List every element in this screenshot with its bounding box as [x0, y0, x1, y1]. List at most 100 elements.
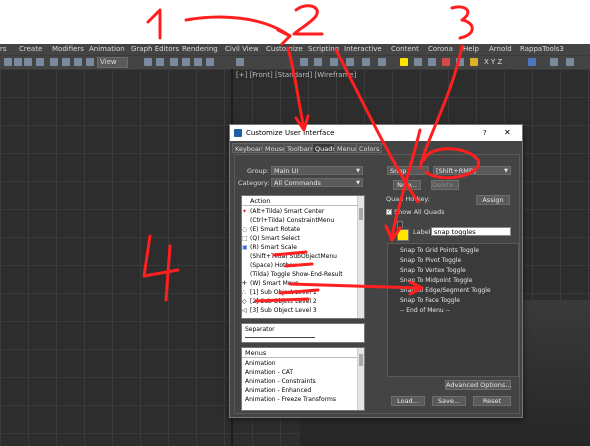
list-item[interactable]: (Space) Hotbox [250, 261, 296, 270]
percent-snap-icon[interactable] [194, 58, 202, 66]
list-item[interactable]: (Ctrl+Tilda) ConstraintMenu [250, 216, 334, 225]
group-dropdown[interactable]: Main UI ▼ [271, 166, 363, 175]
list-item[interactable]: ◇ [2] Sub Object Level 2 [242, 297, 317, 306]
angle-snap-icon[interactable] [182, 58, 190, 66]
tab-colors[interactable]: Colors [356, 143, 383, 153]
snap-2d-icon[interactable] [170, 58, 178, 66]
menus-list[interactable]: Menus Animation Animation - CAT Animatio… [241, 347, 365, 411]
redo-icon[interactable] [14, 58, 22, 66]
menu-item-modifiers[interactable]: Modifiers [52, 45, 84, 53]
link-icon[interactable] [24, 58, 32, 66]
menus-column-header[interactable]: Menus [242, 348, 364, 358]
save-button[interactable]: Save... [432, 396, 466, 406]
tree-item[interactable]: -- End of Menu -- [400, 307, 450, 314]
viewport-label[interactable]: [+] [Front] [Standard] [Wireframe] [236, 71, 356, 79]
menu-item-interactive[interactable]: Interactive [344, 45, 382, 53]
transform-icon[interactable] [156, 58, 164, 66]
menu-item-help[interactable]: Help [463, 45, 479, 53]
quad-set-dropdown[interactable]: Snap [387, 166, 429, 175]
mirror-icon[interactable] [314, 58, 322, 66]
quad-items-tree[interactable]: Snap To Grid Points Toggle Snap To Pivot… [387, 243, 519, 377]
action-list-scrollbar[interactable] [357, 196, 364, 318]
quad-color-swatch[interactable] [397, 229, 409, 241]
list-item[interactable]: ◌ (E) Smart Rotate [242, 225, 300, 234]
render-frame-icon[interactable] [428, 58, 436, 66]
reset-button[interactable]: Reset [473, 396, 511, 406]
menu-item-create[interactable]: Create [19, 45, 42, 53]
list-item[interactable]: ∴ [1] Sub Object Level 1 [242, 288, 317, 297]
menus-list-scrollbar[interactable] [357, 348, 364, 410]
list-item[interactable]: Animation - Constraints [245, 377, 316, 386]
scrollbar-thumb[interactable] [359, 354, 363, 366]
close-button[interactable]: ✕ [504, 128, 511, 137]
menu-item-scripting[interactable]: Scripting [308, 45, 339, 53]
align-icon[interactable] [300, 58, 308, 66]
unlink-icon[interactable] [36, 58, 44, 66]
menu-item-graph-editors[interactable]: Graph Editors [131, 45, 179, 53]
list-item[interactable]: Animation [245, 359, 276, 368]
list-item[interactable]: Animation - Freeze Transforms [245, 395, 336, 404]
scrollbar-thumb[interactable] [359, 208, 363, 220]
undo-icon[interactable] [4, 58, 12, 66]
list-item[interactable]: Animation - CAT [245, 368, 293, 377]
tree-item[interactable]: Snap To Midpoint Toggle [400, 277, 472, 284]
menu-item-animation[interactable]: Animation [89, 45, 125, 53]
select-icon[interactable] [50, 58, 58, 66]
pivot-icon[interactable] [144, 58, 152, 66]
scale-icon[interactable] [74, 58, 82, 66]
quad-label-input[interactable]: snap toggles [431, 227, 511, 236]
layer-explorer-icon[interactable] [346, 58, 354, 66]
list-item[interactable]: (Shift+Tilda) SubObjectMenu [250, 252, 337, 261]
extra-tool-2-icon[interactable] [566, 58, 574, 66]
list-item[interactable]: Animation - Enhanced [245, 386, 311, 395]
advanced-options-button[interactable]: Advanced Options... [445, 380, 511, 390]
quad-corner-selector[interactable] [397, 221, 403, 228]
quad-shortcut-dropdown[interactable]: [Shift+RMB] ▼ [433, 166, 511, 175]
load-button[interactable]: Load... [391, 396, 425, 406]
spinner-snap-icon[interactable] [206, 58, 214, 66]
list-item[interactable]: ⬚ (Q) Smart Select [242, 234, 300, 243]
list-item[interactable]: ◁ [3] Sub Object Level 3 [242, 306, 317, 315]
rotate-icon[interactable] [62, 58, 70, 66]
menu-item-rendering[interactable]: Rendering [182, 45, 218, 53]
list-item[interactable]: ✦ (Alt+Tilda) Smart Center [242, 207, 324, 216]
menu-item-corona[interactable]: Corona [428, 45, 453, 53]
move-icon[interactable] [86, 58, 94, 66]
extra-tool-icon[interactable] [550, 58, 558, 66]
tree-item[interactable]: Snap To Vertex Toggle [400, 267, 466, 274]
show-all-quads-checkbox[interactable]: ✓ [386, 209, 392, 215]
new-button[interactable]: New... [393, 180, 421, 190]
corona-icon[interactable] [456, 58, 464, 66]
help-button[interactable]: ? [483, 129, 487, 137]
menu-item-customize[interactable]: Customize [266, 45, 303, 53]
menu-item-content[interactable]: Content [391, 45, 419, 53]
category-dropdown[interactable]: All Commands ▼ [271, 178, 363, 187]
menu-item-rappatools3[interactable]: RappaTools3 [520, 45, 564, 53]
scene-explorer-icon[interactable] [330, 58, 338, 66]
render-icon[interactable] [442, 58, 450, 66]
menu-item-civil-view[interactable]: Civil View [225, 45, 259, 53]
tree-item[interactable]: Snap To Pivot Toggle [400, 257, 461, 264]
schematic-icon[interactable] [378, 58, 386, 66]
axis-constraints[interactable]: X Y Z [484, 58, 502, 66]
reference-coordinate-dropdown[interactable]: View [97, 57, 128, 68]
menu-item-arnold[interactable]: Arnold [489, 45, 512, 53]
dialog-titlebar[interactable]: Customize User Interface ? ✕ [230, 125, 522, 141]
material-editor-icon[interactable] [400, 58, 408, 66]
action-column-header[interactable]: Action [242, 196, 364, 206]
menu-item-truncated[interactable]: rs [0, 45, 7, 53]
graph-editor-icon[interactable] [362, 58, 370, 66]
xy-constraint-icon[interactable] [528, 58, 536, 66]
list-item[interactable]: ✛ (W) Smart Move [242, 279, 299, 288]
list-item[interactable]: (Tilda) Toggle Show-End-Result [250, 270, 343, 279]
render-setup-icon[interactable] [414, 58, 422, 66]
tree-item[interactable]: Snap To Edge/Segment Toggle [400, 287, 491, 294]
separator-item[interactable]: Separator [245, 325, 275, 334]
tree-item[interactable]: Snap To Grid Points Toggle [400, 247, 479, 254]
layer-icon[interactable] [236, 58, 244, 66]
delete-button[interactable]: Delete... [431, 180, 460, 190]
separator-list[interactable]: Separator [241, 323, 365, 343]
tree-item[interactable]: Snap To Face Toggle [400, 297, 460, 304]
list-item[interactable]: ▣ (R) Smart Scale [242, 243, 297, 252]
assign-button[interactable]: Assign [476, 195, 510, 205]
